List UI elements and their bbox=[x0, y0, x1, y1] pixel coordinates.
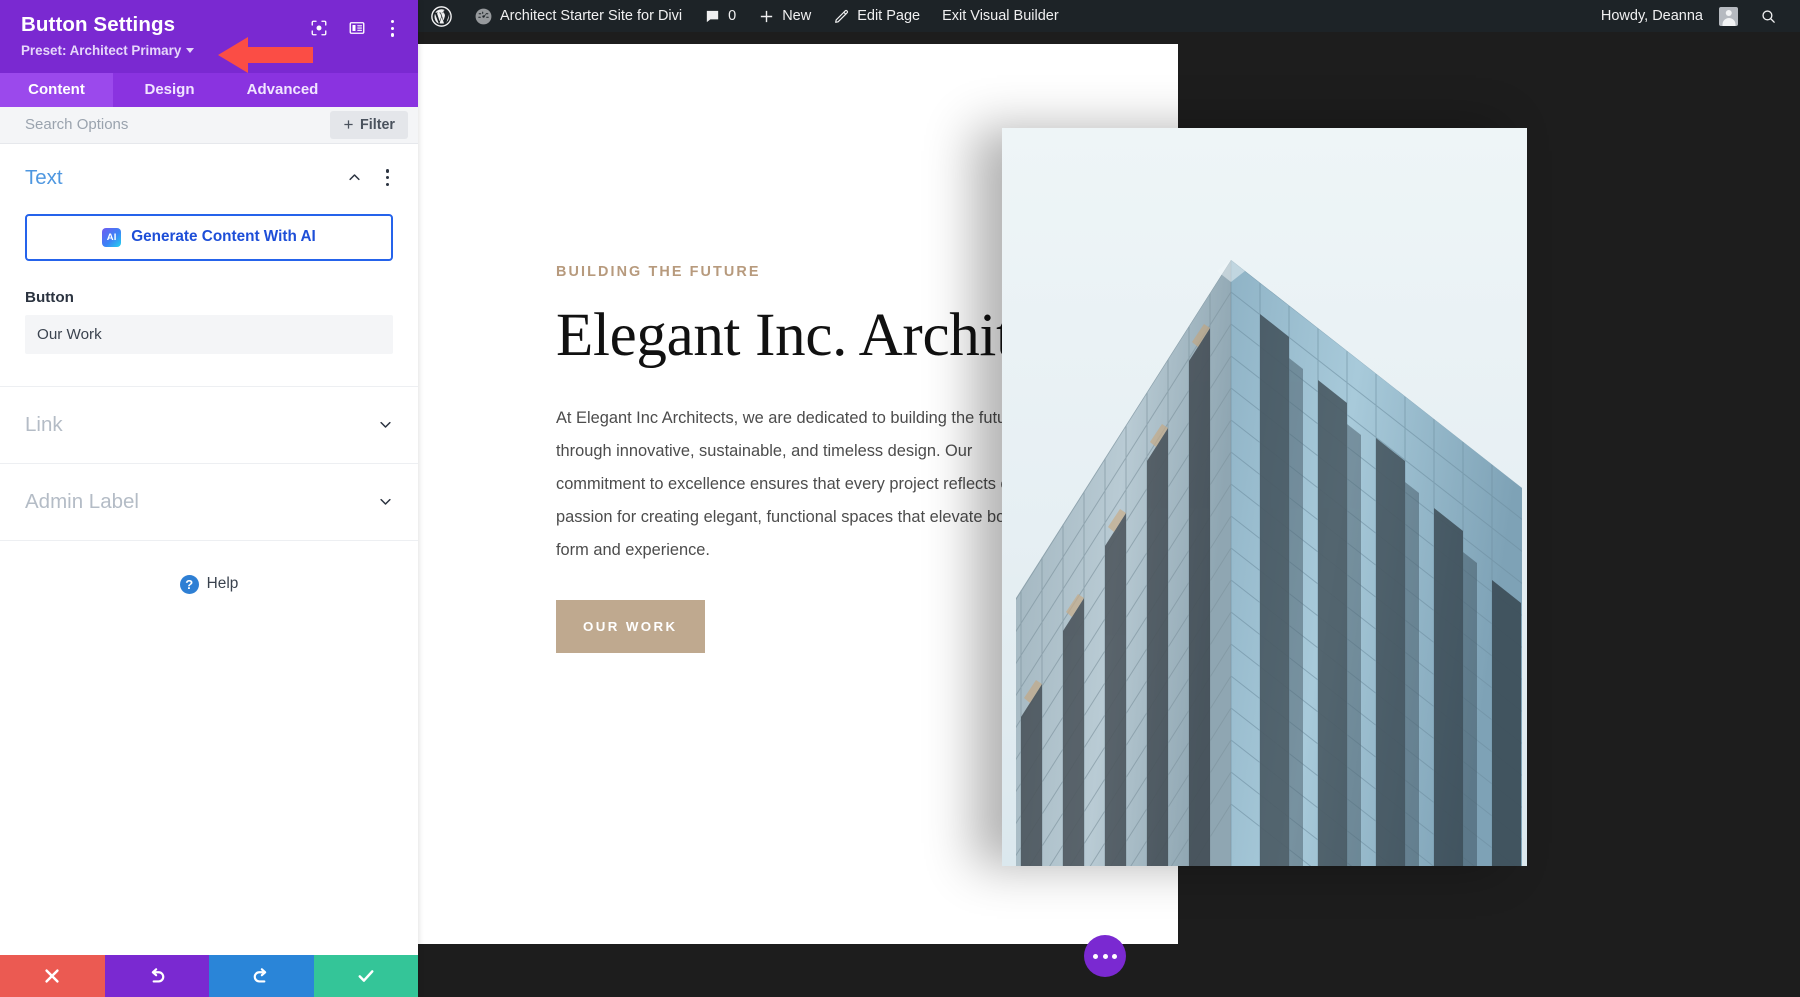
cancel-button[interactable] bbox=[0, 955, 105, 997]
wordpress-logo-icon bbox=[431, 6, 452, 27]
section-text-title: Text bbox=[25, 166, 63, 190]
chevron-up-icon[interactable] bbox=[347, 170, 362, 185]
admin-search-button[interactable] bbox=[1749, 0, 1788, 32]
plus-icon bbox=[758, 8, 775, 25]
filter-label: Filter bbox=[360, 117, 395, 133]
panel-title: Button Settings bbox=[21, 12, 194, 38]
generate-content-with-ai-button[interactable]: AI Generate Content With AI bbox=[25, 214, 393, 261]
horizontal-dots-icon bbox=[1103, 954, 1108, 959]
panel-header: Button Settings Preset: Architect Primar… bbox=[0, 0, 418, 73]
help-button[interactable]: ? Help bbox=[180, 575, 239, 594]
button-text-input[interactable] bbox=[25, 315, 393, 354]
help-row: ? Help bbox=[0, 541, 418, 594]
focus-target-icon[interactable] bbox=[310, 19, 328, 37]
new-content-menu[interactable]: New bbox=[747, 0, 822, 32]
pencil-icon bbox=[833, 8, 850, 25]
button-field-label: Button bbox=[25, 289, 393, 306]
my-account-menu[interactable]: Howdy, Deanna bbox=[1590, 0, 1749, 32]
dashboard-site-icon bbox=[474, 7, 493, 26]
section-admin-label: Admin Label bbox=[0, 464, 418, 541]
new-label: New bbox=[782, 8, 811, 24]
exit-visual-builder-label: Exit Visual Builder bbox=[942, 8, 1059, 24]
comments-count: 0 bbox=[728, 8, 736, 24]
edit-page-label: Edit Page bbox=[857, 8, 920, 24]
section-link: Link bbox=[0, 387, 418, 464]
panel-layout-icon[interactable] bbox=[348, 19, 366, 37]
wp-logo-menu[interactable] bbox=[420, 0, 463, 32]
section-admin-label-title: Admin Label bbox=[25, 490, 139, 514]
section-text-header[interactable]: Text bbox=[0, 144, 418, 194]
hero-body-text: At Elegant Inc Architects, we are dedica… bbox=[556, 402, 1056, 566]
filter-button[interactable]: Filter bbox=[330, 111, 408, 139]
chevron-down-icon[interactable] bbox=[378, 417, 393, 432]
search-options-row: Filter bbox=[0, 107, 418, 144]
comment-bubble-icon bbox=[704, 8, 721, 25]
close-x-icon bbox=[42, 966, 62, 986]
app-screen: BUILDING THE FUTURE Elegant Inc. Archite… bbox=[0, 0, 1800, 997]
panel-title-group: Button Settings Preset: Architect Primar… bbox=[21, 12, 194, 60]
panel-action-bar bbox=[0, 955, 418, 997]
ai-badge-icon: AI bbox=[102, 228, 121, 247]
site-name-menu[interactable]: Architect Starter Site for Divi bbox=[463, 0, 693, 32]
visual-builder-canvas: BUILDING THE FUTURE Elegant Inc. Archite… bbox=[418, 32, 1800, 997]
generate-ai-label: Generate Content With AI bbox=[131, 228, 316, 246]
section-link-actions bbox=[378, 417, 393, 432]
save-button[interactable] bbox=[314, 955, 419, 997]
module-settings-panel: Button Settings Preset: Architect Primar… bbox=[0, 0, 418, 997]
our-work-cta-button[interactable]: OUR WORK bbox=[556, 600, 705, 653]
redo-button[interactable] bbox=[209, 955, 314, 997]
comments-menu[interactable]: 0 bbox=[693, 0, 747, 32]
tab-content[interactable]: Content bbox=[0, 73, 113, 107]
admin-bar-right-group: Howdy, Deanna bbox=[1590, 0, 1800, 32]
section-text-body: AI Generate Content With AI Button bbox=[0, 194, 418, 386]
section-text-actions bbox=[347, 167, 393, 188]
checkmark-icon bbox=[356, 966, 376, 986]
section-link-title: Link bbox=[25, 413, 63, 437]
tab-design[interactable]: Design bbox=[113, 73, 226, 107]
undo-button[interactable] bbox=[105, 955, 210, 997]
section-text: Text AI Generate Content With AI bbox=[0, 144, 418, 387]
howdy-label: Howdy, Deanna bbox=[1601, 8, 1703, 24]
panel-scroll-body[interactable]: Text AI Generate Content With AI bbox=[0, 144, 418, 955]
help-label: Help bbox=[207, 575, 239, 593]
horizontal-dots-icon bbox=[1112, 954, 1117, 959]
preset-label: Preset: Architect Primary bbox=[21, 43, 181, 58]
settings-tabs: Content Design Advanced bbox=[0, 73, 418, 107]
preset-selector[interactable]: Preset: Architect Primary bbox=[21, 43, 194, 58]
chevron-down-icon[interactable] bbox=[378, 494, 393, 509]
user-avatar-icon bbox=[1719, 7, 1738, 26]
vertical-dots-icon[interactable] bbox=[386, 18, 399, 39]
chevron-down-icon bbox=[186, 48, 194, 53]
section-admin-label-header[interactable]: Admin Label bbox=[0, 464, 418, 540]
skyscraper-photo bbox=[1002, 128, 1527, 866]
site-name-label: Architect Starter Site for Divi bbox=[500, 8, 682, 24]
panel-header-actions bbox=[310, 12, 399, 39]
edit-page-link[interactable]: Edit Page bbox=[822, 0, 931, 32]
section-admin-label-actions bbox=[378, 494, 393, 509]
plus-icon bbox=[343, 119, 354, 130]
undo-arrow-icon bbox=[147, 966, 167, 986]
section-link-header[interactable]: Link bbox=[0, 387, 418, 463]
page-settings-fab[interactable] bbox=[1084, 935, 1126, 977]
search-icon bbox=[1760, 8, 1777, 25]
tab-advanced[interactable]: Advanced bbox=[226, 73, 339, 107]
exit-visual-builder-link[interactable]: Exit Visual Builder bbox=[931, 0, 1070, 32]
search-options-input[interactable] bbox=[25, 116, 330, 133]
horizontal-dots-icon bbox=[1093, 954, 1098, 959]
question-circle-icon: ? bbox=[180, 575, 199, 594]
redo-arrow-icon bbox=[251, 966, 271, 986]
vertical-dots-icon[interactable] bbox=[382, 167, 393, 188]
